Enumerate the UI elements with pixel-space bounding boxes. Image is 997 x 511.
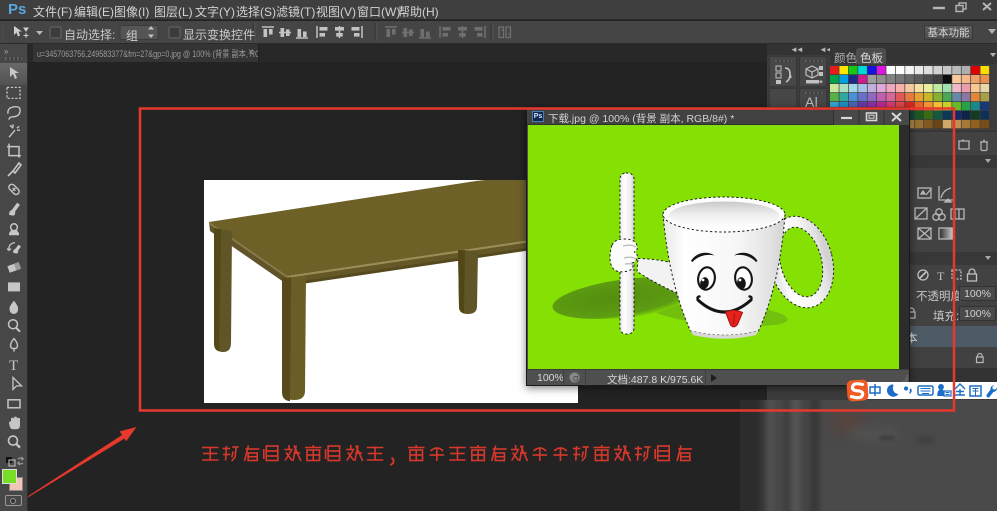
svg-text:T: T <box>9 358 18 374</box>
svg-text:T: T <box>937 269 945 283</box>
